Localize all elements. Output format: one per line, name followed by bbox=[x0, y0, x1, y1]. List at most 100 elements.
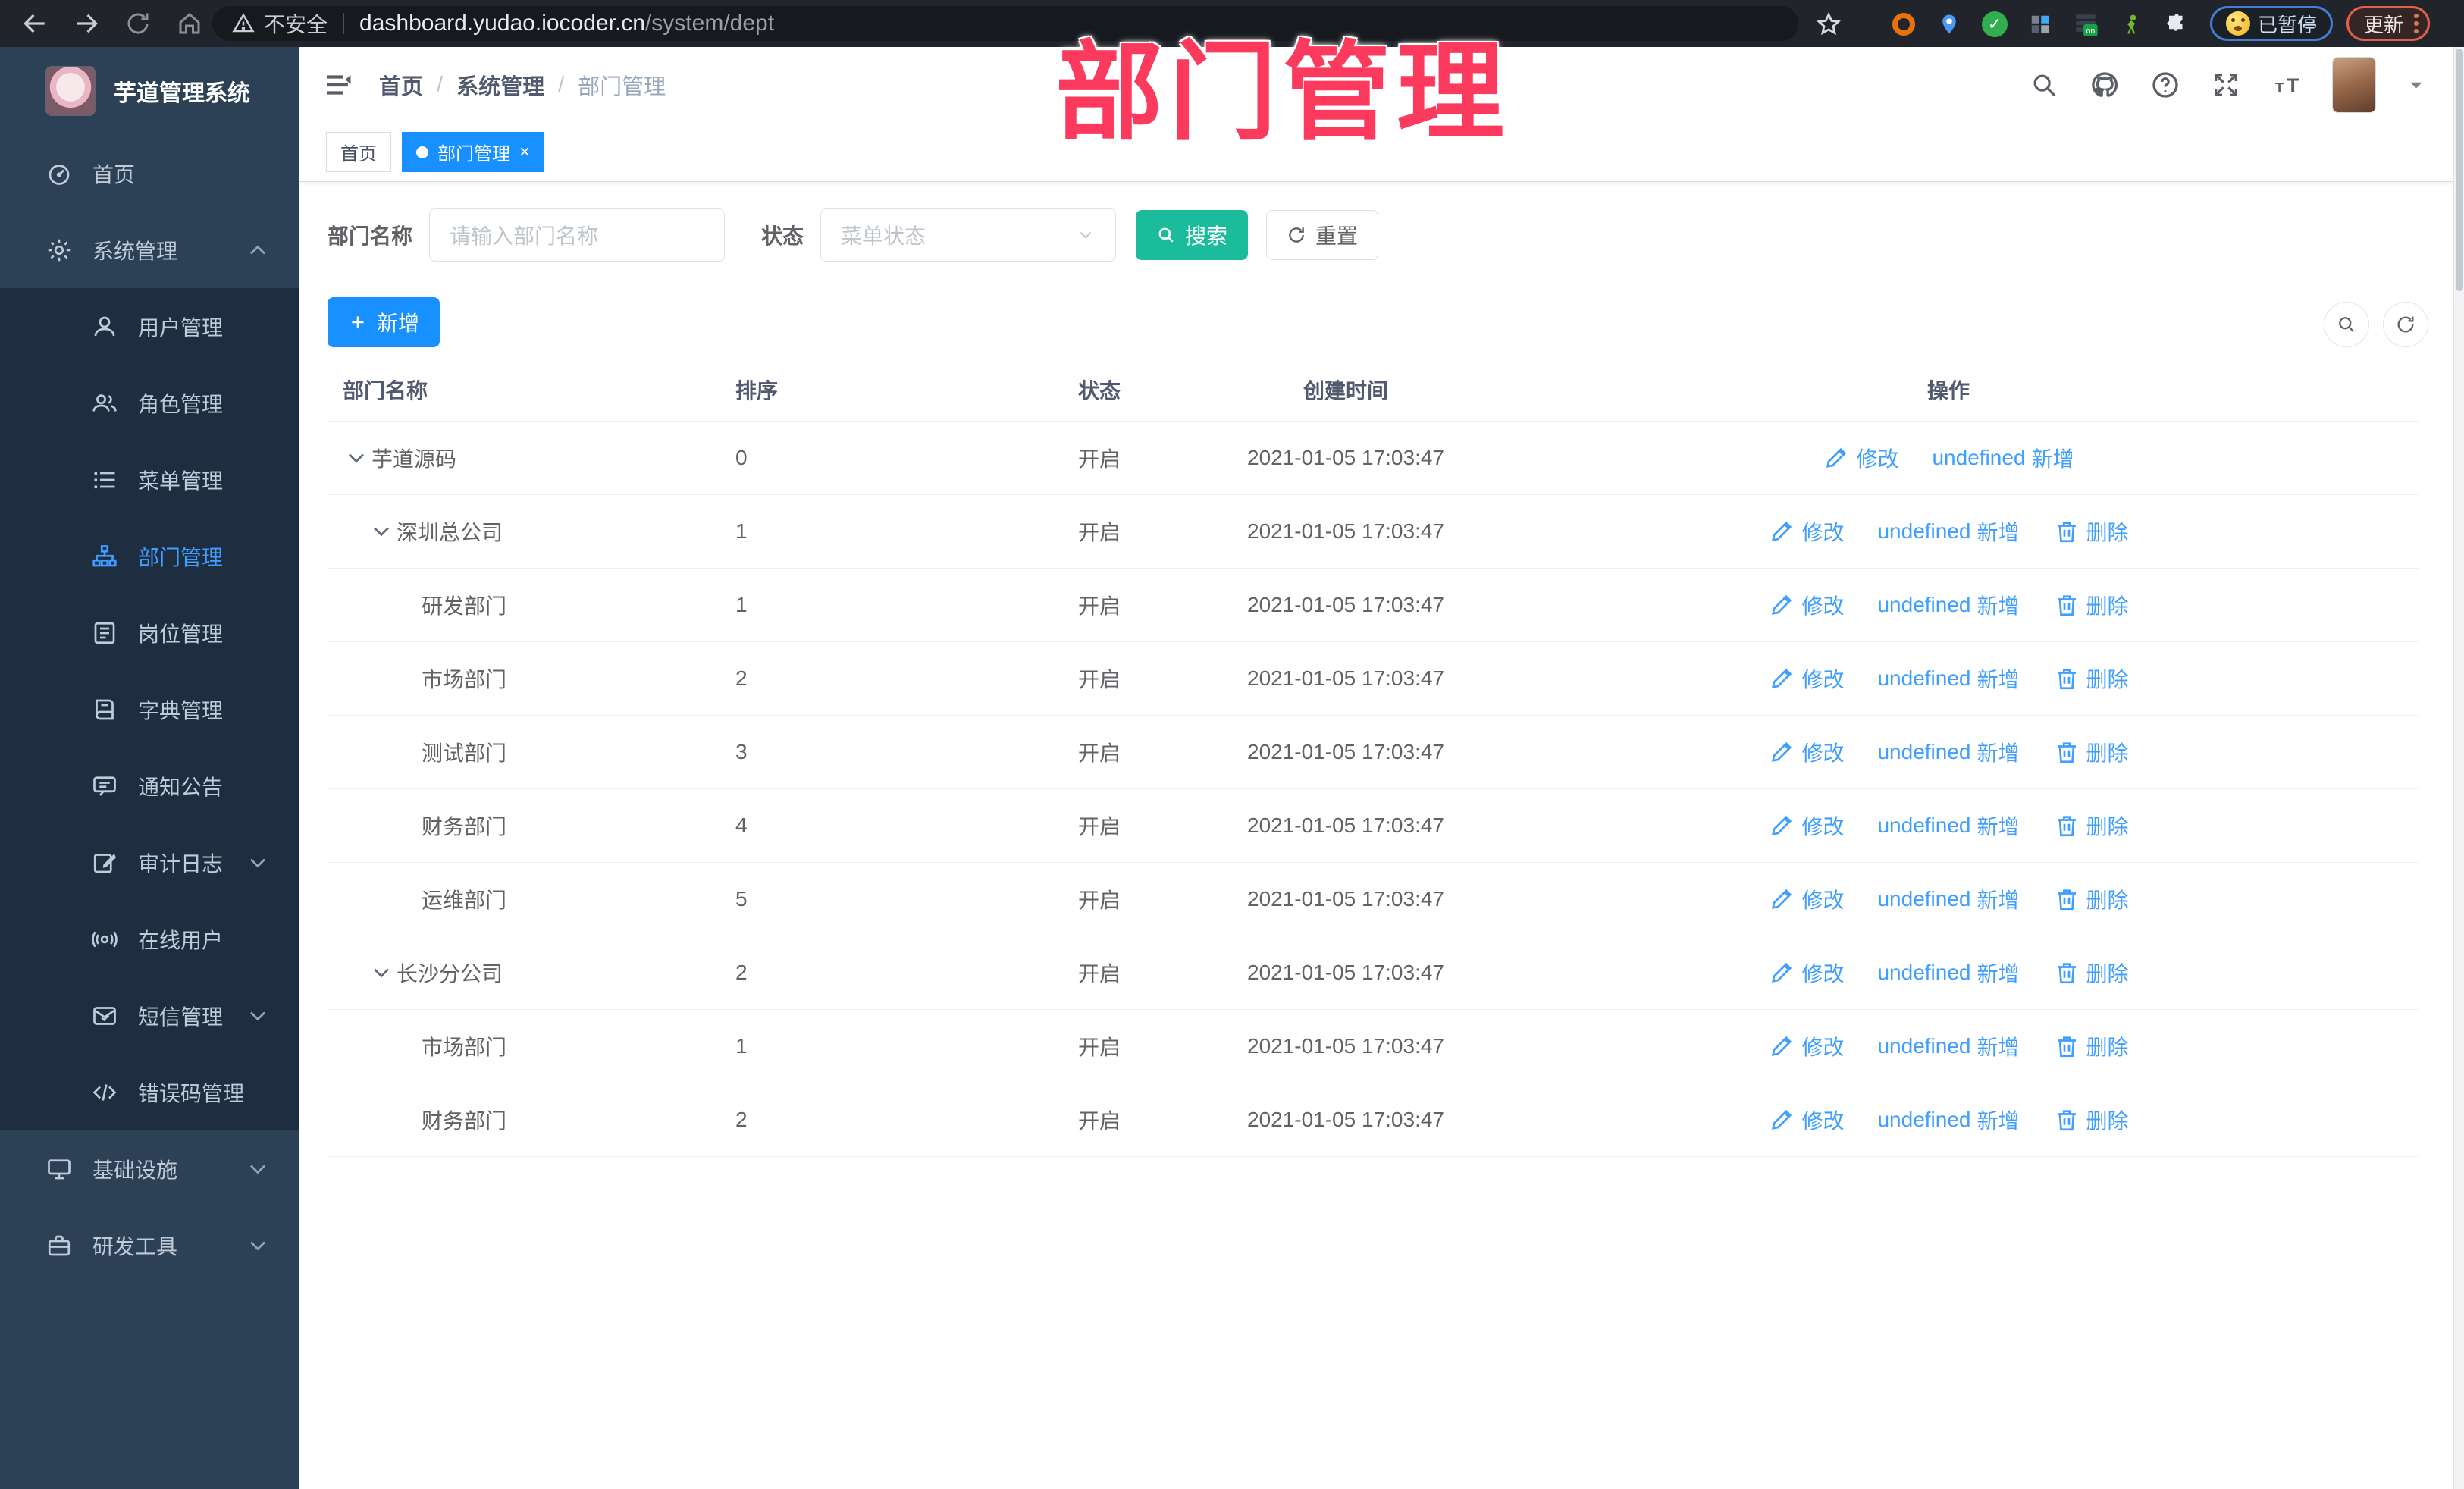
back-icon[interactable] bbox=[18, 7, 52, 40]
home-icon[interactable] bbox=[173, 7, 206, 40]
edit-link[interactable]: 修改 bbox=[1823, 443, 1898, 473]
dept-status: 开启 bbox=[1077, 447, 1121, 471]
security-label[interactable]: 不安全 bbox=[264, 8, 328, 39]
delete-link[interactable]: 删除 bbox=[2053, 1105, 2129, 1135]
sidebar-item-12[interactable]: 错误码管理 bbox=[0, 1054, 299, 1130]
window-scrollbar[interactable] bbox=[2453, 47, 2464, 1489]
sidebar-item-3[interactable]: 角色管理 bbox=[0, 365, 299, 441]
dept-name: 芋道源码 bbox=[371, 447, 457, 471]
forward-icon[interactable] bbox=[70, 7, 103, 40]
edit-link[interactable]: 修改 bbox=[1768, 663, 1844, 694]
sidebar-item-9[interactable]: 审计日志 bbox=[0, 824, 299, 901]
add-link[interactable]: undefined 新增 bbox=[1877, 590, 2019, 620]
search-icon[interactable] bbox=[2029, 70, 2059, 100]
extension-grid-icon[interactable] bbox=[2024, 8, 2056, 40]
sidebar-item-1[interactable]: 系统管理 bbox=[0, 212, 299, 288]
add-link[interactable]: undefined 新增 bbox=[1877, 1105, 2019, 1135]
delete-link[interactable]: 删除 bbox=[2053, 884, 2129, 914]
sidebar-item-7[interactable]: 字典管理 bbox=[0, 671, 299, 748]
add-button-label: 新增 bbox=[376, 312, 419, 335]
edit-link[interactable]: 修改 bbox=[1768, 516, 1844, 547]
expand-arrow-icon[interactable] bbox=[368, 518, 397, 545]
add-link[interactable]: undefined 新增 bbox=[1932, 443, 2074, 473]
delete-link[interactable]: 删除 bbox=[2053, 810, 2129, 841]
dept-name-input[interactable]: 请输入部门名称 bbox=[429, 208, 726, 262]
sidebar-item-label: 部门管理 bbox=[138, 545, 224, 569]
sidebar-item-11[interactable]: 短信管理 bbox=[0, 977, 299, 1054]
sidebar-item-4[interactable]: 菜单管理 bbox=[0, 441, 299, 518]
extension-green-figure-icon[interactable] bbox=[2115, 8, 2147, 40]
add-link[interactable]: undefined 新增 bbox=[1877, 663, 2019, 694]
expand-arrow-icon[interactable] bbox=[368, 959, 397, 986]
sidebar-item-14[interactable]: 研发工具 bbox=[0, 1207, 299, 1284]
help-icon[interactable] bbox=[2150, 70, 2180, 100]
tag-0[interactable]: 首页 bbox=[326, 132, 391, 172]
github-icon[interactable] bbox=[2089, 70, 2120, 100]
sidebar-item-2[interactable]: 用户管理 bbox=[0, 288, 299, 365]
search-button[interactable]: 搜索 bbox=[1136, 210, 1249, 260]
extension-on-badge-icon[interactable]: on bbox=[2070, 8, 2102, 40]
delete-link[interactable]: 删除 bbox=[2053, 663, 2129, 694]
edit-icon bbox=[1768, 665, 1795, 692]
delete-link[interactable]: 删除 bbox=[2053, 590, 2129, 620]
browser-menu-icon[interactable] bbox=[2414, 14, 2419, 33]
hamburger-icon[interactable] bbox=[321, 69, 353, 101]
browser-update-button[interactable]: 更新 bbox=[2346, 6, 2431, 41]
table-search-toggle-button[interactable] bbox=[2324, 302, 2369, 347]
delete-link[interactable]: 删除 bbox=[2053, 737, 2129, 767]
tag-1[interactable]: 部门管理 × bbox=[402, 132, 545, 172]
sidebar-item-8[interactable]: 通知公告 bbox=[0, 748, 299, 824]
add-link[interactable]: undefined 新增 bbox=[1877, 1031, 2019, 1061]
app-title: 芋道管理系统 bbox=[114, 81, 250, 106]
reset-button[interactable]: 重置 bbox=[1266, 210, 1379, 260]
add-link[interactable]: undefined 新增 bbox=[1877, 516, 2019, 547]
sidebar-item-0[interactable]: 首页 bbox=[0, 135, 299, 212]
recorder-paused-button[interactable]: 已暂停 bbox=[2210, 6, 2334, 41]
security-warning-icon[interactable] bbox=[232, 12, 255, 35]
extension-orange-icon[interactable] bbox=[1888, 8, 1920, 40]
edit-link[interactable]: 修改 bbox=[1768, 1031, 1844, 1061]
add-link[interactable]: undefined 新增 bbox=[1877, 810, 2019, 841]
delete-link[interactable]: 删除 bbox=[2053, 1031, 2129, 1061]
edit-link[interactable]: 修改 bbox=[1768, 1105, 1844, 1135]
paused-label: 已暂停 bbox=[2258, 13, 2318, 36]
row-actions: 修改 undefined 新增 删除 bbox=[1524, 663, 2373, 694]
extension-pin-icon[interactable] bbox=[1933, 8, 1965, 40]
sidebar-item-10[interactable]: 在线用户 bbox=[0, 901, 299, 977]
breadcrumb-item[interactable]: 系统管理 bbox=[456, 69, 544, 101]
expand-arrow-icon[interactable] bbox=[343, 444, 371, 472]
url-host[interactable]: dashboard.yudao.iocoder.cn bbox=[359, 11, 645, 36]
delete-link[interactable]: 删除 bbox=[2053, 516, 2129, 547]
breadcrumb-item[interactable]: 首页 bbox=[379, 69, 423, 101]
edit-link[interactable]: 修改 bbox=[1768, 810, 1844, 841]
avatar[interactable] bbox=[2332, 57, 2376, 113]
add-link[interactable]: undefined 新增 bbox=[1877, 884, 2019, 914]
reload-icon[interactable] bbox=[121, 7, 155, 40]
add-link[interactable]: undefined 新增 bbox=[1877, 958, 2019, 988]
extension-green-check-icon[interactable]: ✓ bbox=[1979, 8, 2011, 40]
status-select[interactable]: 菜单状态 bbox=[820, 208, 1117, 262]
edit-link[interactable]: 修改 bbox=[1768, 737, 1844, 767]
sidebar-item-5[interactable]: 部门管理 bbox=[0, 518, 299, 594]
sidebar-item-13[interactable]: 基础设施 bbox=[0, 1130, 299, 1207]
sidebar-item-6[interactable]: 岗位管理 bbox=[0, 594, 299, 671]
bookmark-star-icon[interactable] bbox=[1812, 8, 1845, 41]
url-path[interactable]: /system/dept bbox=[645, 11, 774, 36]
address-bar[interactable]: 不安全 dashboard.yudao.iocoder.cn/system/de… bbox=[212, 6, 1798, 41]
delete-link[interactable]: 删除 bbox=[2053, 958, 2129, 988]
edit-link[interactable]: 修改 bbox=[1768, 884, 1844, 914]
fullscreen-icon[interactable] bbox=[2211, 70, 2241, 100]
add-link[interactable]: undefined 新增 bbox=[1877, 737, 2019, 767]
table-refresh-button[interactable] bbox=[2383, 302, 2428, 347]
user-menu-caret-icon[interactable] bbox=[2406, 75, 2426, 95]
sidebar-item-label: 菜单管理 bbox=[138, 469, 224, 493]
font-size-icon[interactable]: TT bbox=[2271, 70, 2302, 100]
scrollbar-thumb[interactable] bbox=[2456, 49, 2463, 291]
add-button[interactable]: 新增 bbox=[328, 297, 440, 347]
edit-link[interactable]: 修改 bbox=[1768, 958, 1844, 988]
edit-link[interactable]: 修改 bbox=[1768, 590, 1844, 620]
extensions-puzzle-icon[interactable] bbox=[2161, 8, 2193, 40]
edit-icon bbox=[1768, 1033, 1795, 1060]
app-logo-row[interactable]: 芋道管理系统 bbox=[0, 47, 299, 135]
close-icon[interactable]: × bbox=[519, 143, 530, 161]
